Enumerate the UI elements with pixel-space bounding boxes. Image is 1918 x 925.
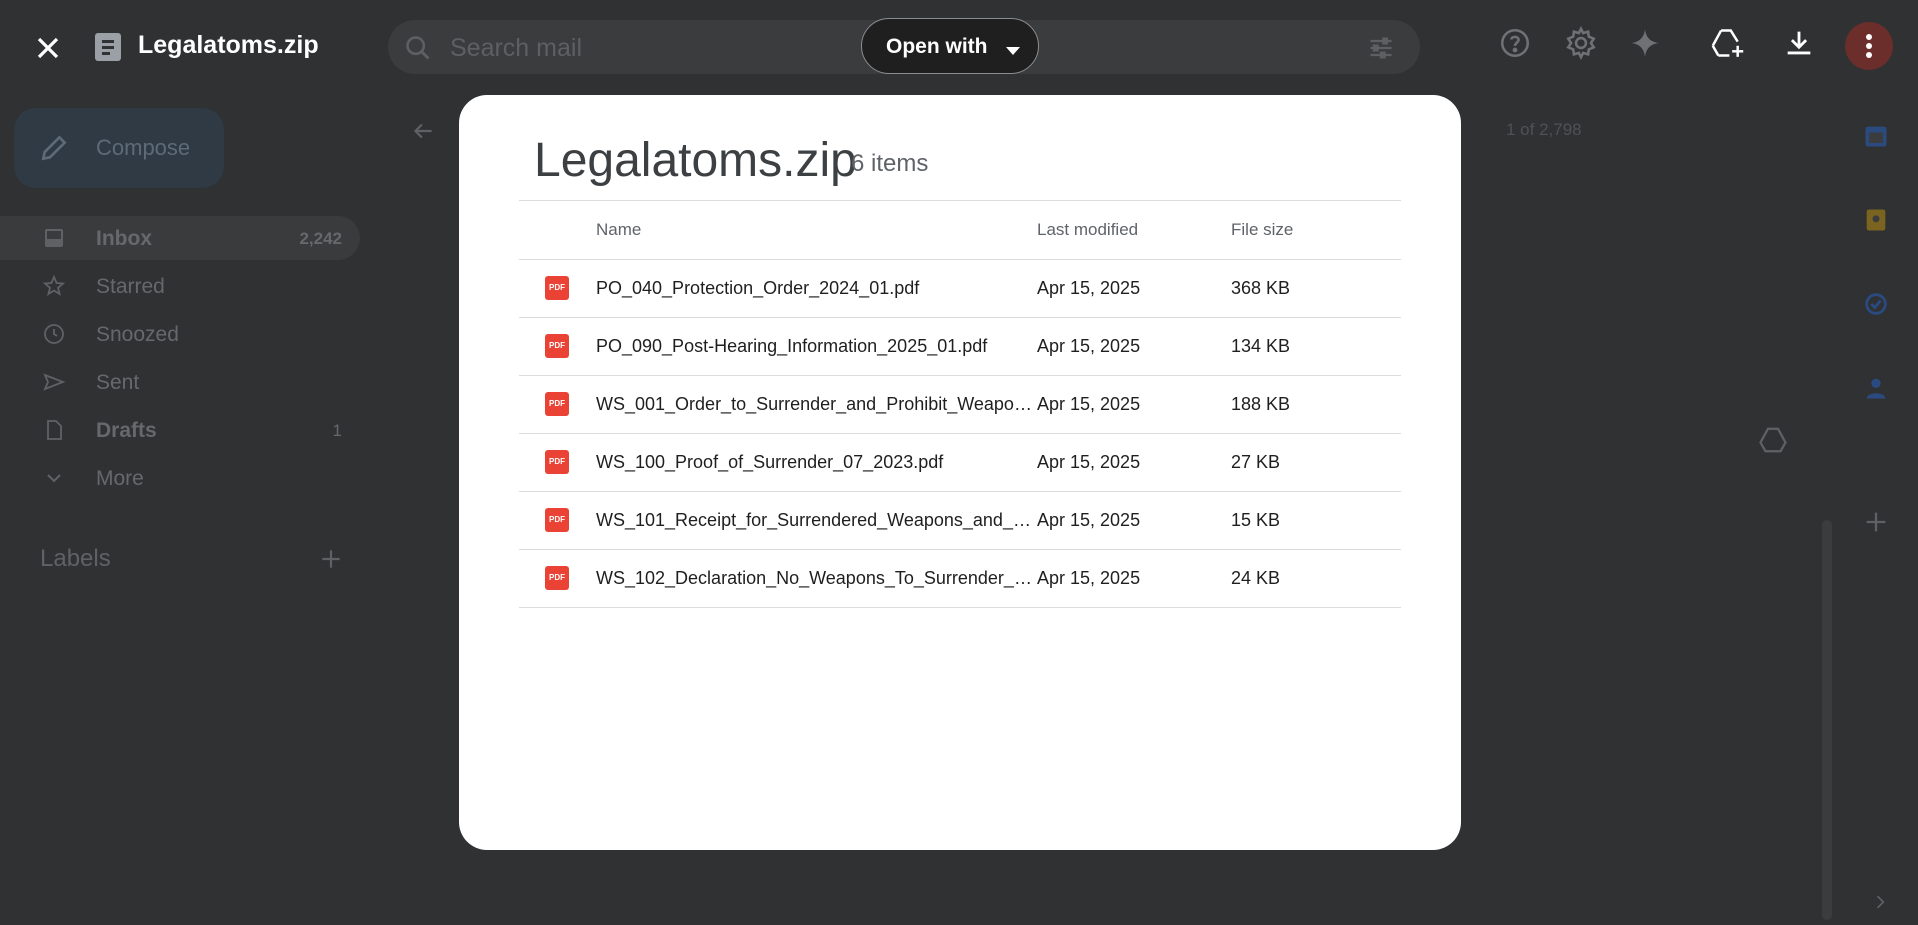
file-modified: Apr 15, 2025 [1037, 394, 1141, 414]
pager-text: 1 of 2,798 [1506, 120, 1582, 139]
open-with-label: Open with [886, 35, 988, 58]
side-panel-rail [1830, 0, 1918, 925]
caret-down-icon [1005, 43, 1021, 61]
dialog-title: Legalatoms.zip [534, 134, 857, 187]
file-size: 15 KB [1231, 510, 1281, 530]
file-name: WS_100_Proof_of_Surrender_07_2023.pdf [596, 452, 944, 472]
search-placeholder: Search mail [450, 34, 582, 62]
compose-button[interactable]: Compose [14, 108, 224, 188]
nav-snoozed[interactable]: Snoozed [0, 312, 360, 356]
send-icon [42, 370, 66, 399]
nav-starred[interactable]: Starred [0, 264, 360, 308]
pdf-file-icon: PDF [545, 334, 569, 358]
nav-count: 2,242 [299, 229, 342, 248]
nav-label: Sent [96, 371, 140, 394]
draft-icon [42, 418, 66, 447]
download-icon[interactable] [1782, 26, 1816, 65]
settings-gear-icon[interactable] [1564, 25, 1598, 65]
column-header-size: File size [1231, 220, 1294, 239]
table-row[interactable]: PDF WS_102_Declaration_No_Weapons_To_Sur… [519, 550, 1401, 608]
gemini-sparkle-icon[interactable] [1628, 26, 1662, 65]
more-vert-icon [1865, 33, 1873, 64]
table-row[interactable]: PDF WS_101_Receipt_for_Surrendered_Weapo… [519, 492, 1401, 550]
star-icon [42, 274, 66, 303]
pdf-file-icon: PDF [545, 566, 569, 590]
table-header: Name Last modified File size [519, 200, 1401, 260]
column-header-name: Name [596, 220, 642, 239]
file-name: WS_102_Declaration_No_Weapons_To_Surrend… [596, 568, 1036, 588]
clock-icon [42, 322, 66, 351]
open-with-button[interactable]: Open with [861, 18, 1039, 74]
labels-heading: Labels [40, 545, 111, 572]
column-header-modified: Last modified [1037, 220, 1139, 239]
nav-label: Drafts [96, 419, 157, 442]
file-modified: Apr 15, 2025 [1037, 336, 1141, 356]
item-count: 6 items [851, 150, 929, 177]
nav-count: 1 [332, 421, 342, 440]
file-modified: Apr 15, 2025 [1037, 510, 1141, 530]
inbox-icon [42, 226, 66, 255]
table-row[interactable]: PDF WS_100_Proof_of_Surrender_07_2023.pd… [519, 434, 1401, 492]
nav-drafts[interactable]: Drafts 1 [0, 408, 360, 452]
nav-label: Snoozed [96, 323, 179, 346]
file-name: PO_090_Post-Hearing_Information_2025_01.… [596, 336, 988, 356]
file-name: WS_101_Receipt_for_Surrendered_Weapons_a… [596, 510, 1036, 530]
table-row[interactable]: PDF PO_040_Protection_Order_2024_01.pdf … [519, 260, 1401, 318]
tasks-icon[interactable] [1862, 290, 1890, 323]
help-icon[interactable] [1498, 26, 1532, 65]
add-label-icon[interactable] [318, 546, 344, 577]
table-row[interactable]: PDF PO_090_Post-Hearing_Information_2025… [519, 318, 1401, 376]
pdf-file-icon: PDF [545, 392, 569, 416]
nav-label: Starred [96, 275, 165, 298]
close-viewer-button[interactable] [30, 30, 66, 66]
file-modified: Apr 15, 2025 [1037, 452, 1141, 472]
add-to-drive-icon[interactable] [1710, 26, 1746, 65]
table-row[interactable]: PDF WS_001_Order_to_Surrender_and_Prohib… [519, 376, 1401, 434]
calendar-icon[interactable] [1862, 122, 1890, 155]
nav-label: More [96, 467, 144, 490]
file-table: Name Last modified File size PDF PO_040_… [519, 200, 1401, 608]
file-size: 134 KB [1231, 336, 1291, 356]
search-icon [404, 34, 432, 67]
back-arrow-icon[interactable] [410, 118, 436, 149]
file-modified: Apr 15, 2025 [1037, 568, 1141, 588]
zip-file-icon [94, 32, 122, 62]
file-size: 27 KB [1231, 452, 1281, 472]
zip-contents-dialog: Legalatoms.zip 6 items Name Last modifie… [459, 95, 1461, 850]
file-size: 188 KB [1231, 394, 1291, 414]
chevron-down-icon [42, 466, 66, 495]
search-options-icon[interactable] [1366, 34, 1396, 67]
pencil-icon [38, 132, 70, 169]
file-size: 24 KB [1231, 568, 1281, 588]
add-to-drive-icon[interactable] [1758, 425, 1788, 460]
chevron-right-icon[interactable] [1870, 892, 1890, 917]
file-name: PO_040_Protection_Order_2024_01.pdf [596, 278, 920, 298]
nav-more[interactable]: More [0, 456, 360, 500]
nav-label: Inbox [96, 227, 152, 250]
file-modified: Apr 15, 2025 [1037, 278, 1141, 298]
viewer-file-title: Legalatoms.zip [138, 31, 319, 59]
file-size: 368 KB [1231, 278, 1291, 298]
compose-label: Compose [96, 135, 191, 160]
nav-inbox[interactable]: Inbox 2,242 [0, 216, 360, 260]
pdf-file-icon: PDF [545, 276, 569, 300]
more-options-button[interactable] [1845, 22, 1893, 70]
pdf-file-icon: PDF [545, 450, 569, 474]
add-addon-icon[interactable] [1862, 508, 1890, 541]
nav-sent[interactable]: Sent [0, 360, 360, 404]
pdf-file-icon: PDF [545, 508, 569, 532]
contacts-icon[interactable] [1862, 374, 1890, 407]
file-name: WS_001_Order_to_Surrender_and_Prohibit_W… [596, 394, 1036, 414]
keep-icon[interactable] [1862, 206, 1890, 239]
